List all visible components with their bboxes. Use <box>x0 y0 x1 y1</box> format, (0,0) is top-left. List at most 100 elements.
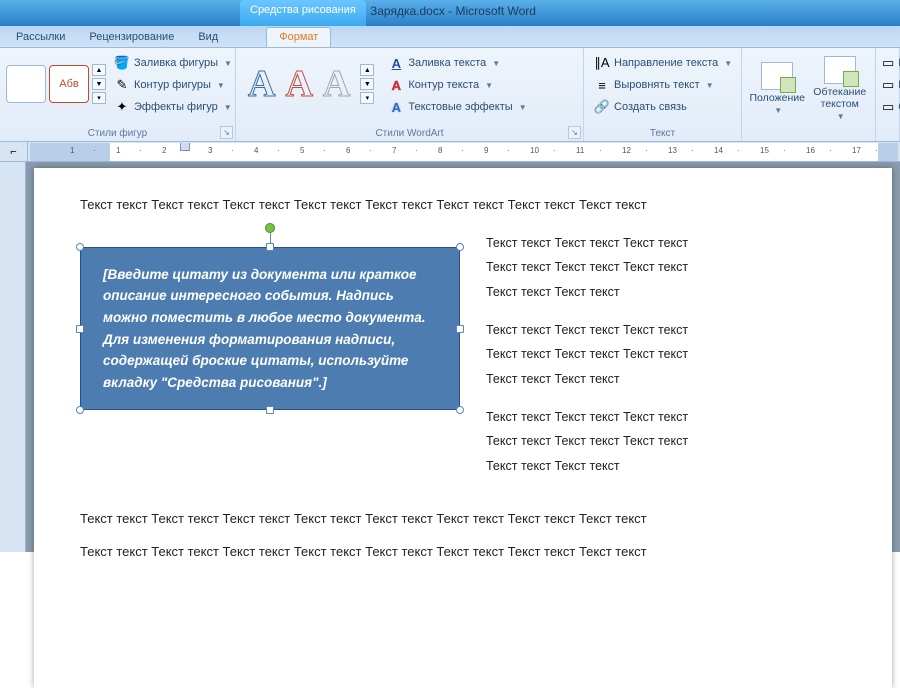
align-text-label: Выровнять текст <box>614 79 700 91</box>
gallery-more[interactable]: ▾ <box>92 92 106 104</box>
bring-forward-icon: ▭ <box>882 55 894 71</box>
text-direction-button[interactable]: ∥A Направление текста ▼ <box>590 53 740 73</box>
rotation-handle[interactable] <box>265 223 275 233</box>
title-bar: Средства рисования Зарядка.docx - Micros… <box>0 0 900 26</box>
pen-icon: ✎ <box>114 77 130 93</box>
wrap-text-button[interactable]: Обтекание текстом ▼ <box>811 53 870 125</box>
shape-style-item[interactable] <box>6 65 46 103</box>
group-arrange: Положение ▼ Обтекание текстом ▼ <box>742 48 876 141</box>
wrap-text-label: Обтекание текстом <box>812 87 869 110</box>
send-backward-icon: ▭ <box>882 77 894 93</box>
resize-handle-l[interactable] <box>76 325 84 333</box>
resize-handle-br[interactable] <box>456 406 464 414</box>
chevron-down-icon: ▼ <box>224 59 232 68</box>
gallery-more[interactable]: ▾ <box>360 92 374 104</box>
tab-format[interactable]: Формат <box>266 27 331 47</box>
shape-outline-label: Контур фигуры <box>134 79 211 91</box>
wordart-style-item[interactable]: A <box>248 65 275 103</box>
create-link-button[interactable]: 🔗 Создать связь <box>590 97 740 117</box>
body-paragraph: Текст текст Текст текст <box>486 280 846 304</box>
group-cutoff: ▭П ▭П ▭О <box>876 48 900 141</box>
contextual-tab-drawing-tools: Средства рисования <box>240 0 366 26</box>
position-button[interactable]: Положение ▼ <box>748 53 807 125</box>
horizontal-ruler[interactable]: 1·1·2·3·4·5·6·7·8·9·10·11·12·13·14·15·16… <box>30 143 898 161</box>
shape-fill-label: Заливка фигуры <box>134 57 218 69</box>
tab-review[interactable]: Рецензирование <box>77 28 186 47</box>
window-title: Зарядка.docx - Microsoft Word <box>370 4 536 18</box>
text-box-content[interactable]: [Введите цитату из документа или краткое… <box>80 247 460 411</box>
paint-bucket-icon: 🪣 <box>114 55 130 71</box>
letter-a-fill-icon: A <box>388 55 404 71</box>
shape-style-item[interactable]: Абв <box>49 65 89 103</box>
wrapped-text-column: Текст текст Текст текст Текст текст Текс… <box>486 231 846 492</box>
body-paragraph: Текст текст Текст текст Текст текст <box>486 342 846 366</box>
align-text-button[interactable]: ≡ Выровнять текст ▼ <box>590 75 740 95</box>
text-fill-button[interactable]: A Заливка текста ▼ <box>384 53 534 73</box>
shape-effects-button[interactable]: ✦ Эффекты фигур ▼ <box>110 97 240 117</box>
resize-handle-b[interactable] <box>266 406 274 414</box>
chevron-down-icon: ▼ <box>706 81 714 90</box>
gallery-scroll-up[interactable]: ▲ <box>360 64 374 76</box>
tab-mailings[interactable]: Рассылки <box>4 28 77 47</box>
dialog-launcher-wordart[interactable] <box>568 126 581 139</box>
link-icon: 🔗 <box>594 99 610 115</box>
selection-pane-icon: ▭ <box>882 99 894 115</box>
partial-button-a[interactable]: ▭П <box>878 53 897 73</box>
shape-outline-button[interactable]: ✎ Контур фигуры ▼ <box>110 75 240 95</box>
group-label-wordart: Стили WordArt <box>242 128 577 141</box>
letter-a-effects-icon: A <box>388 99 404 115</box>
body-paragraph: Текст текст Текст текст Текст текст <box>486 255 846 279</box>
text-direction-label: Направление текста <box>614 57 718 69</box>
position-label: Положение <box>750 93 806 105</box>
page[interactable]: Текст текст Текст текст Текст текст Текс… <box>34 168 892 688</box>
tab-selector[interactable]: ⌐ <box>0 142 28 162</box>
gallery-scroll-up[interactable]: ▲ <box>92 64 106 76</box>
wordart-style-item[interactable]: A <box>285 65 312 103</box>
tab-view[interactable]: Вид <box>186 28 230 47</box>
wordart-gallery[interactable]: A A A ▲ ▼ ▾ <box>242 53 380 115</box>
body-paragraph: Текст текст Текст текст Текст текст Текс… <box>80 508 846 531</box>
resize-handle-r[interactable] <box>456 325 464 333</box>
chevron-down-icon: ▼ <box>492 59 500 68</box>
position-icon <box>761 62 793 90</box>
document-area: Текст текст Текст текст Текст текст Текс… <box>0 162 900 552</box>
group-text: ∥A Направление текста ▼ ≡ Выровнять текс… <box>584 48 742 141</box>
body-paragraph: Текст текст Текст текст Текст текст <box>486 231 846 255</box>
gallery-scroll-down[interactable]: ▼ <box>360 78 374 90</box>
group-shape-styles: Абв ▲ ▼ ▾ 🪣 Заливка фигуры ▼ ✎ Контур фи… <box>0 48 236 141</box>
chevron-down-icon: ▼ <box>485 81 493 90</box>
text-fill-label: Заливка текста <box>408 57 486 69</box>
partial-button-b[interactable]: ▭П <box>878 75 897 95</box>
body-paragraph: Текст текст Текст текст <box>486 367 846 391</box>
selected-text-box[interactable]: [Введите цитату из документа или краткое… <box>80 247 460 411</box>
effects-icon: ✦ <box>114 99 130 115</box>
group-label-shape-styles: Стили фигур <box>6 128 229 141</box>
body-paragraph: Текст текст Текст текст Текст текст Текс… <box>80 194 846 217</box>
resize-handle-tl[interactable] <box>76 243 84 251</box>
wordart-style-item[interactable]: A <box>323 65 350 103</box>
resize-handle-tr[interactable] <box>456 243 464 251</box>
chevron-down-icon: ▼ <box>724 59 732 68</box>
body-paragraph: Текст текст Текст текст <box>486 454 846 478</box>
chevron-down-icon: ▼ <box>774 107 782 116</box>
body-paragraph: Текст текст Текст текст Текст текст Текс… <box>80 541 846 564</box>
vertical-ruler[interactable] <box>0 162 26 552</box>
text-outline-button[interactable]: A Контур текста ▼ <box>384 75 534 95</box>
shape-effects-label: Эффекты фигур <box>134 101 218 113</box>
partial-button-c[interactable]: ▭О <box>878 97 897 117</box>
dialog-launcher-shape-styles[interactable] <box>220 126 233 139</box>
body-paragraph: Текст текст Текст текст Текст текст <box>486 429 846 453</box>
gallery-scroll-down[interactable]: ▼ <box>92 78 106 90</box>
resize-handle-t[interactable] <box>266 243 274 251</box>
shape-style-gallery[interactable]: Абв ▲ ▼ ▾ <box>6 53 106 115</box>
text-effects-button[interactable]: A Текстовые эффекты ▼ <box>384 97 534 117</box>
create-link-label: Создать связь <box>614 101 687 113</box>
text-effects-label: Текстовые эффекты <box>408 101 512 113</box>
shape-fill-button[interactable]: 🪣 Заливка фигуры ▼ <box>110 53 240 73</box>
align-text-icon: ≡ <box>594 77 610 93</box>
chevron-down-icon: ▼ <box>519 103 527 112</box>
ribbon-tabstrip: Рассылки Рецензирование Вид Формат <box>0 26 900 48</box>
chevron-down-icon: ▼ <box>224 103 232 112</box>
body-paragraph: Текст текст Текст текст Текст текст <box>486 405 846 429</box>
resize-handle-bl[interactable] <box>76 406 84 414</box>
